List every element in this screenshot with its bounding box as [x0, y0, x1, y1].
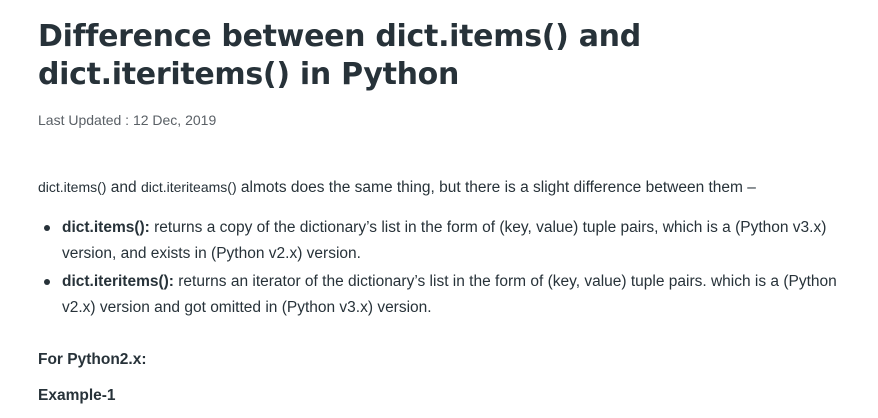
intro-code-iteritems: dict.iteriteams(): [140, 179, 237, 195]
intro-rest: almots does the same thing, but there is…: [236, 179, 756, 196]
page-title: Difference between dict.items() and dict…: [38, 19, 641, 92]
section-heading-python2: For Python2.x:: [38, 350, 147, 368]
article: Difference between dict.items() and dict…: [38, 18, 868, 405]
list-item: dict.items(): returns a copy of the dict…: [44, 215, 868, 267]
last-updated: Last Updated : 12 Dec, 2019: [38, 112, 217, 128]
intro-and: and: [106, 179, 141, 196]
intro-code-items: dict.items(): [38, 179, 107, 195]
intro-paragraph: dict.items() and dict.iteriteams() almot…: [38, 176, 868, 199]
bullet-icon: [44, 224, 50, 231]
section-heading-example1: Example-1: [38, 386, 116, 404]
list-item-term: dict.iteritems():: [62, 272, 174, 290]
bullet-icon: [44, 278, 50, 285]
list-item-text: returns an iterator of the dictionary’s …: [62, 272, 837, 316]
difference-list: dict.items(): returns a copy of the dict…: [38, 215, 868, 321]
list-item-term: dict.items():: [62, 218, 150, 236]
list-item: dict.iteritems(): returns an iterator of…: [44, 269, 868, 321]
list-item-text: returns a copy of the dictionary’s list …: [62, 218, 827, 262]
